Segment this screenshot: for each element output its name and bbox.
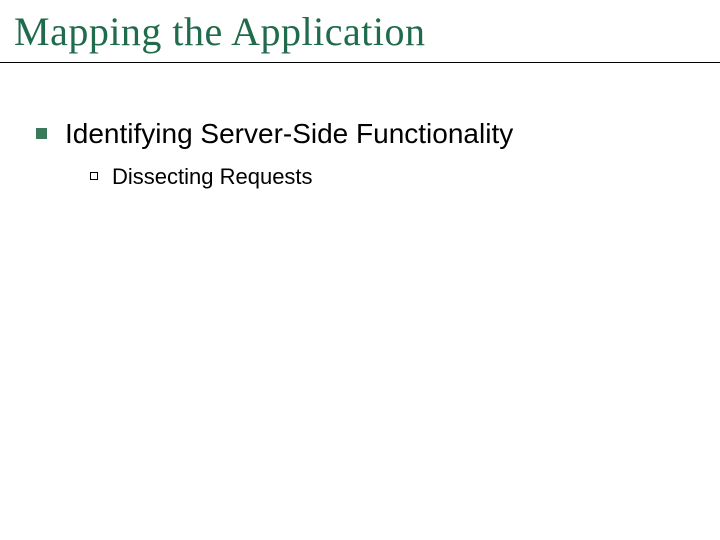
title-underline	[0, 62, 720, 63]
bullet-level-2: Dissecting Requests	[90, 164, 313, 190]
bullet-level-2-text: Dissecting Requests	[112, 164, 313, 190]
slide: Mapping the Application Identifying Serv…	[0, 0, 720, 540]
bullet-level-1: Identifying Server-Side Functionality	[36, 118, 513, 150]
square-outline-icon	[90, 172, 98, 180]
square-filled-icon	[36, 128, 47, 139]
slide-title: Mapping the Application	[14, 8, 425, 55]
bullet-level-1-text: Identifying Server-Side Functionality	[65, 118, 513, 150]
